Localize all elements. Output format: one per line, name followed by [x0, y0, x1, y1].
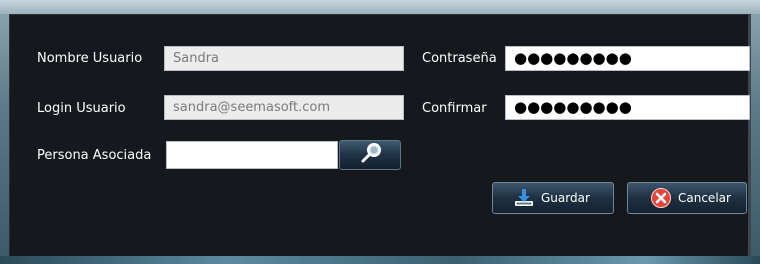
- dialog-window: Nombre Usuario Sandra Login Usuario sand…: [0, 0, 760, 264]
- cancel-button[interactable]: Cancelar: [627, 182, 747, 214]
- login-usuario-field[interactable]: sandra@seemasoft.com: [164, 95, 404, 120]
- contrasena-label: Contraseña: [422, 51, 497, 66]
- nombre-usuario-field[interactable]: Sandra: [164, 46, 404, 71]
- window-frame-bottom: [0, 256, 760, 264]
- login-usuario-label: Login Usuario: [37, 101, 126, 116]
- persona-asociada-field[interactable]: [166, 141, 338, 169]
- cancel-label: Cancelar: [678, 191, 731, 205]
- confirmar-field[interactable]: ●●●●●●●●●: [505, 95, 750, 120]
- magnifier-icon: [355, 141, 385, 169]
- close-circle-icon: [650, 187, 672, 209]
- confirmar-label: Confirmar: [422, 101, 487, 116]
- save-label: Guardar: [541, 191, 590, 205]
- search-persona-button[interactable]: [339, 140, 401, 170]
- save-button[interactable]: Guardar: [492, 182, 614, 214]
- nombre-usuario-label: Nombre Usuario: [37, 51, 143, 66]
- contrasena-field[interactable]: ●●●●●●●●●: [505, 46, 750, 71]
- persona-asociada-label: Persona Asociada: [37, 148, 152, 163]
- download-tray-icon: [513, 188, 535, 208]
- window-frame-top: [0, 0, 760, 14]
